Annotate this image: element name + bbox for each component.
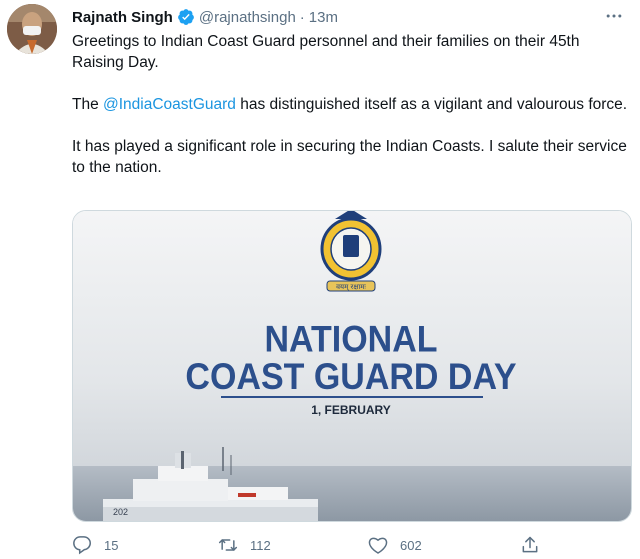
- emblem-motto: वयम् रक्षामः: [336, 283, 366, 291]
- reply-icon: [72, 535, 92, 555]
- avatar[interactable]: [7, 4, 57, 54]
- tweet-text: Greetings to Indian Coast Guard personne…: [72, 31, 632, 199]
- poster-title-line-1: NATIONAL: [264, 319, 437, 359]
- tweet-actions: 15 112 602: [72, 535, 632, 559]
- share-icon: [520, 535, 540, 555]
- tweet-paragraph-3: It has played a significant role in secu…: [72, 138, 627, 176]
- media-image: वयम् रक्षामः NATIONAL COAST GUARD DAY 1,…: [73, 211, 631, 521]
- tweet-header: Rajnath Singh @rajnathsingh · 13m: [72, 6, 338, 28]
- paragraph-2-prefix: The: [72, 96, 104, 113]
- timestamp[interactable]: 13m: [309, 9, 338, 26]
- separator-dot: ·: [299, 8, 305, 26]
- poster-title-line-2: COAST GUARD DAY: [185, 357, 517, 397]
- mention-link[interactable]: @IndiaCoastGuard: [103, 96, 236, 113]
- like-count: 602: [400, 537, 422, 553]
- retweet-button[interactable]: 112: [218, 535, 271, 555]
- poster-divider: [221, 396, 483, 398]
- share-button[interactable]: [520, 535, 540, 555]
- reply-button[interactable]: 15: [72, 535, 118, 555]
- more-options-button[interactable]: [600, 4, 628, 28]
- avatar-image: [7, 4, 57, 54]
- poster-date: 1, FEBRUARY: [311, 403, 391, 417]
- like-button[interactable]: 602: [368, 535, 422, 555]
- author-name[interactable]: Rajnath Singh: [72, 9, 173, 26]
- verified-icon: [177, 8, 195, 26]
- ship-number: 202: [113, 507, 128, 517]
- tweet-paragraph-1: Greetings to Indian Coast Guard personne…: [72, 33, 580, 71]
- paragraph-2-suffix: has distinguished itself as a vigilant a…: [235, 96, 628, 113]
- like-icon: [368, 535, 388, 555]
- retweet-count: 112: [250, 537, 271, 553]
- tweet-paragraph-2: The @IndiaCoastGuard has distinguished i…: [72, 94, 632, 115]
- retweet-icon: [218, 535, 238, 555]
- tweet: Rajnath Singh @rajnathsingh · 13m Greeti…: [0, 0, 640, 559]
- tweet-media[interactable]: वयम् रक्षामः NATIONAL COAST GUARD DAY 1,…: [72, 210, 632, 522]
- reply-count: 15: [104, 537, 119, 553]
- more-icon: [606, 14, 622, 18]
- author-handle[interactable]: @rajnathsingh: [199, 9, 296, 26]
